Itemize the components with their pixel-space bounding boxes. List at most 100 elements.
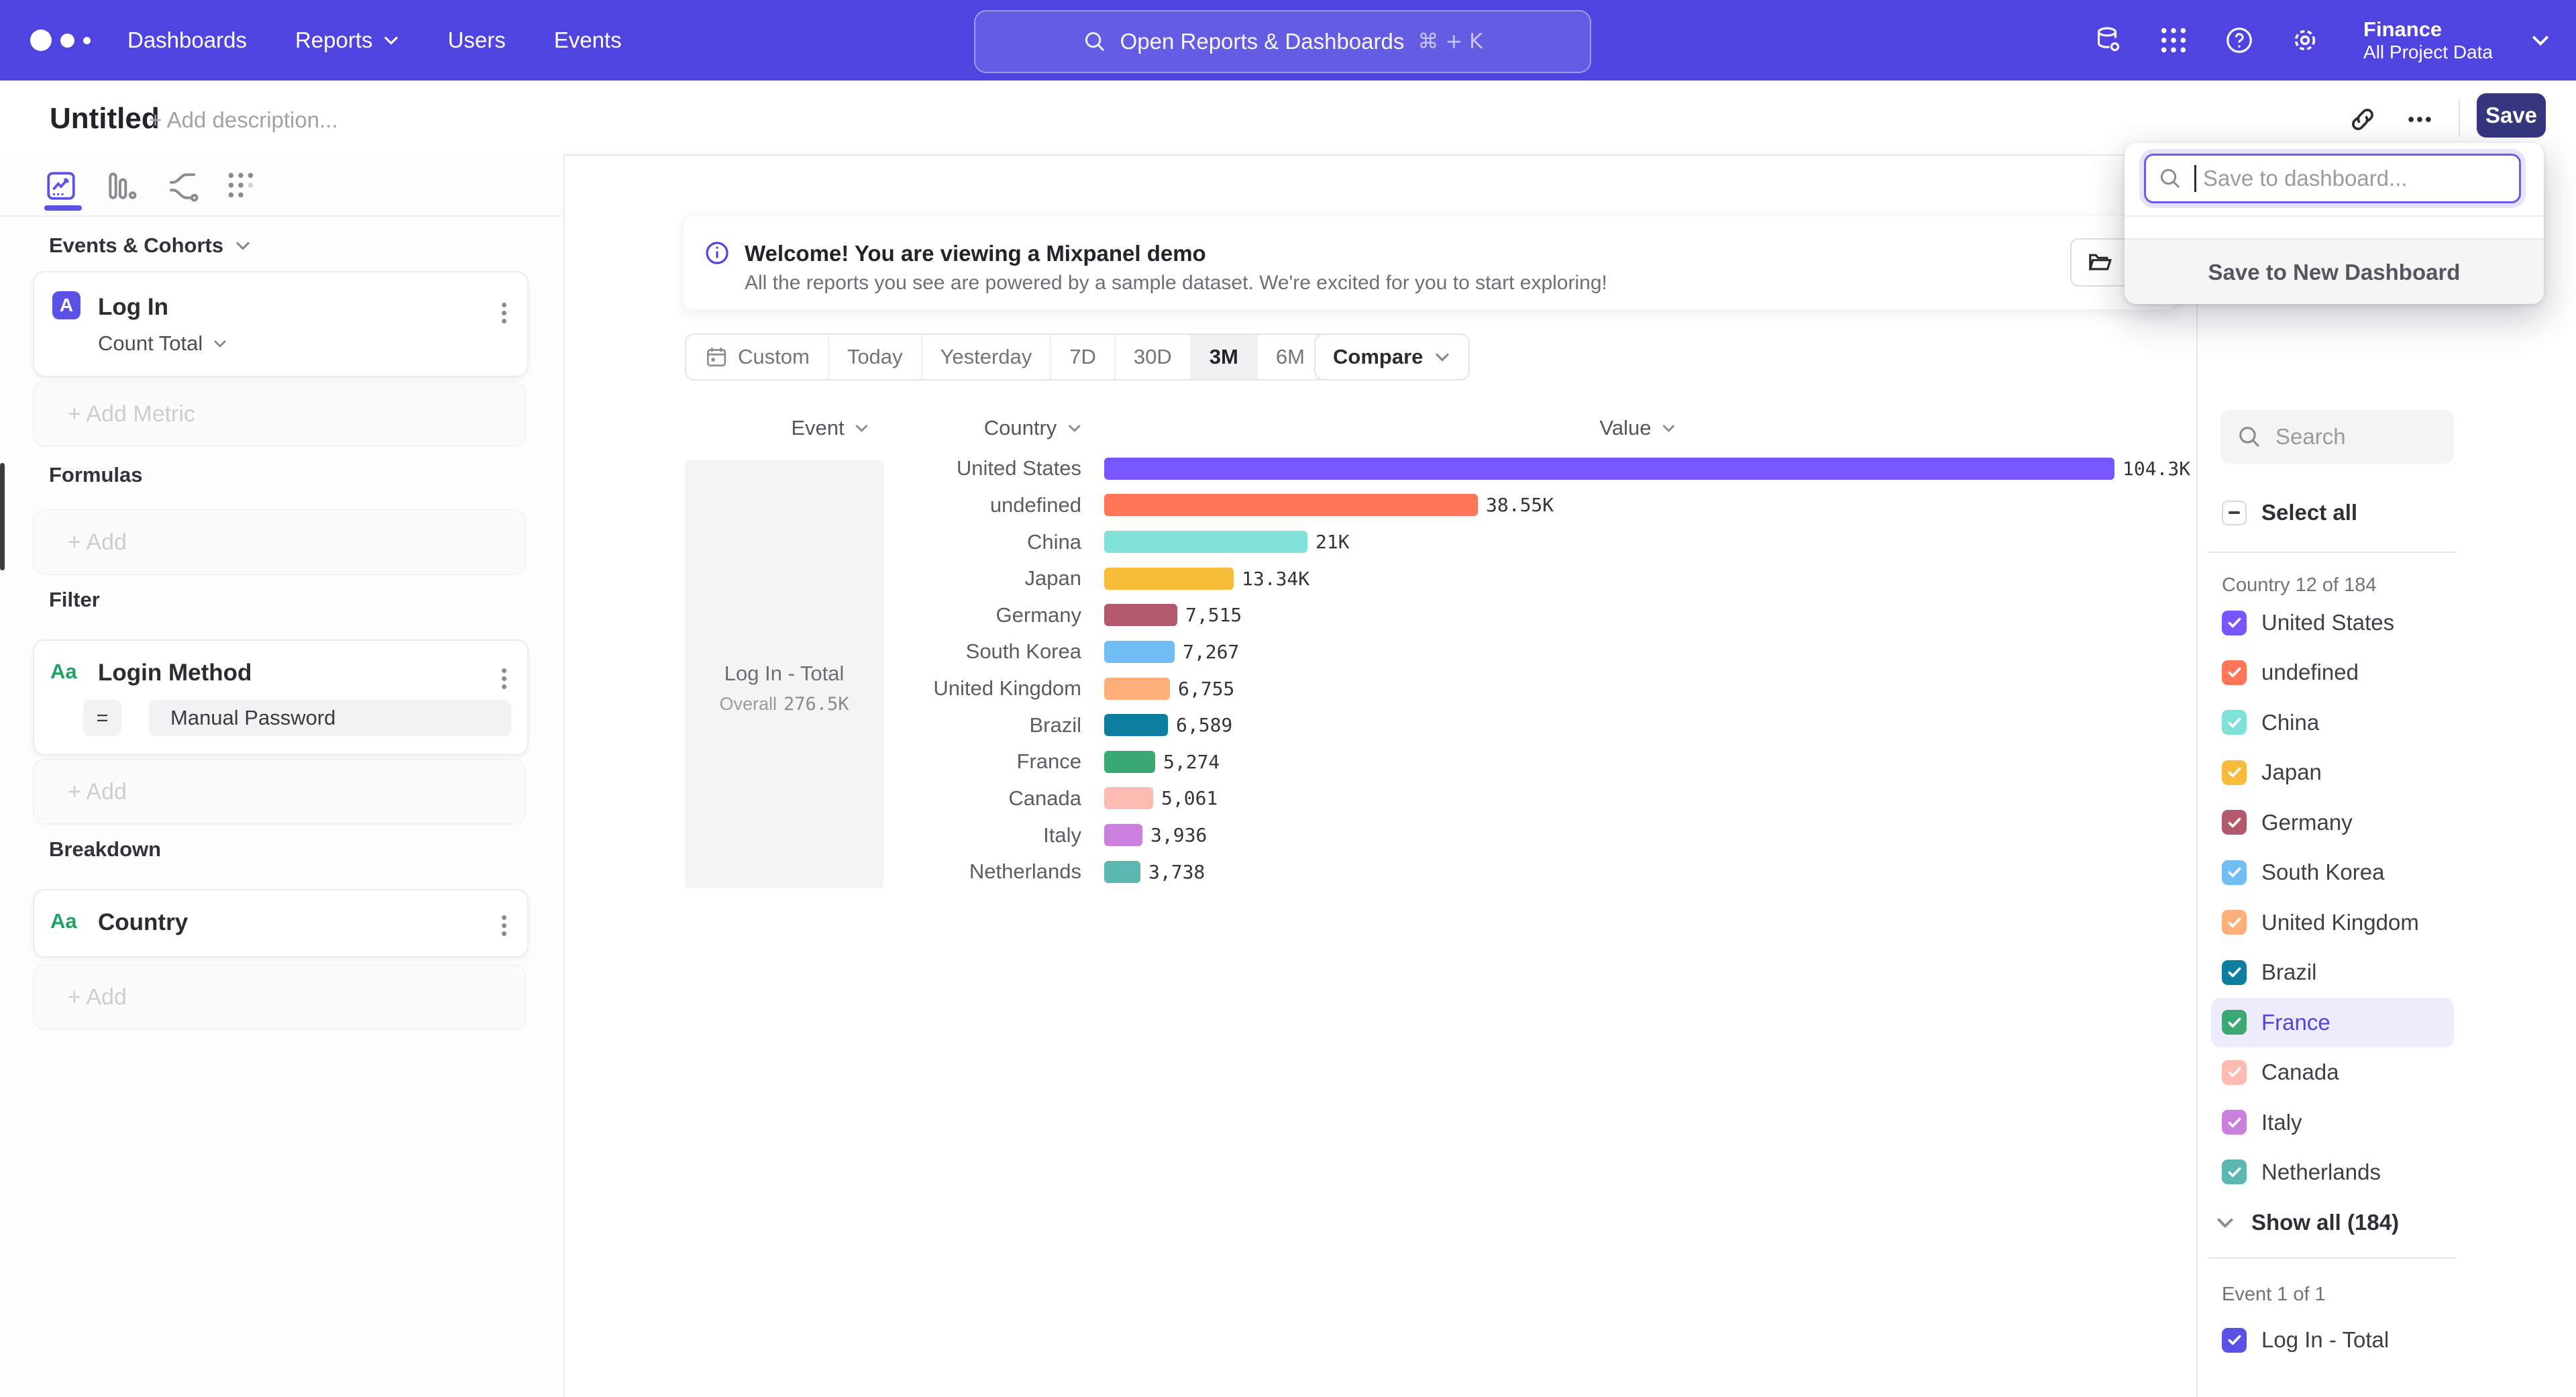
select-all-checkbox[interactable] [2222, 501, 2247, 525]
legend-item-germany[interactable]: Germany [2211, 798, 2454, 847]
help-icon[interactable] [2224, 25, 2255, 56]
breakdown-menu-icon[interactable] [502, 912, 508, 939]
legend-checkbox[interactable] [2222, 1010, 2247, 1035]
filter-card-login-method[interactable]: Aa Login Method = Manual Password [33, 639, 529, 756]
project-switcher[interactable]: Finance All Project Data [2363, 17, 2493, 63]
legend-item-united-states[interactable]: United States [2211, 598, 2454, 648]
legend-checkbox[interactable] [2222, 1060, 2247, 1085]
breakdown-property-name[interactable]: Country [98, 909, 188, 936]
filter-value[interactable]: Manual Password [149, 700, 511, 736]
legend-search-input[interactable]: Search [2220, 410, 2454, 464]
save-to-new-dashboard-button[interactable]: Save to New Dashboard [2125, 238, 2544, 304]
save-dashboard-search-field[interactable] [2144, 154, 2521, 203]
nav-link-reports[interactable]: Reports [295, 28, 400, 53]
legend-checkbox[interactable] [2222, 1328, 2247, 1353]
legend-checkbox[interactable] [2222, 611, 2247, 635]
column-header-country[interactable]: Country [984, 416, 1083, 440]
filter-property-name[interactable]: Login Method [98, 660, 252, 686]
metric-event-name[interactable]: Log In [98, 294, 168, 321]
legend-item-japan[interactable]: Japan [2211, 747, 2454, 797]
mixpanel-logo-icon[interactable] [30, 30, 111, 51]
metric-card-log-in[interactable]: A Log In Count Total [33, 271, 529, 377]
filter-operator[interactable]: = [83, 700, 121, 736]
range-tab-custom[interactable]: Custom [686, 335, 829, 379]
nav-link-users[interactable]: Users [448, 28, 506, 53]
add-formula-button[interactable]: + Add [33, 509, 526, 575]
legend-item-united-kingdom[interactable]: United Kingdom [2211, 898, 2454, 947]
legend-checkbox[interactable] [2222, 810, 2247, 835]
tab-flows-icon[interactable] [166, 169, 199, 203]
sidebar-scrollbar[interactable] [0, 463, 5, 570]
bar-segment[interactable] [1104, 714, 1168, 736]
metric-aggregation[interactable]: Count Total [98, 331, 228, 356]
legend-label: Italy [2261, 1110, 2302, 1135]
legend-item-canada[interactable]: Canada [2211, 1047, 2454, 1097]
column-header-event[interactable]: Event [791, 416, 869, 440]
check-icon [2226, 814, 2243, 831]
compare-button[interactable]: Compare [1314, 333, 1470, 380]
add-description-placeholder[interactable]: + Add description... [149, 107, 338, 133]
global-search-button[interactable]: Open Reports & Dashboards ⌘ + K [974, 10, 1591, 73]
range-tab-7d[interactable]: 7D [1051, 335, 1116, 379]
legend-item-france[interactable]: France [2211, 998, 2454, 1047]
range-tab-30d[interactable]: 30D [1116, 335, 1191, 379]
filter-menu-icon[interactable] [502, 665, 508, 692]
bar-segment[interactable] [1104, 824, 1142, 846]
save-button[interactable]: Save [2477, 93, 2546, 138]
range-tab-yesterday[interactable]: Yesterday [922, 335, 1052, 379]
legend-checkbox[interactable] [2222, 660, 2247, 685]
legend-checkbox[interactable] [2222, 1110, 2247, 1135]
bar-segment[interactable] [1104, 494, 1478, 516]
report-title[interactable]: Untitled [50, 102, 160, 136]
bar-segment[interactable] [1104, 458, 2114, 480]
legend-item-brazil[interactable]: Brazil [2211, 947, 2454, 997]
nav-link-events[interactable]: Events [554, 28, 622, 53]
bar-segment[interactable] [1104, 678, 1170, 700]
select-all-row[interactable]: Select all [2211, 488, 2454, 537]
column-header-value[interactable]: Value [1600, 416, 1677, 440]
settings-gear-icon[interactable] [2290, 25, 2320, 56]
bar-segment[interactable] [1104, 861, 1140, 883]
bar-segment[interactable] [1104, 787, 1153, 809]
legend-item-south-korea[interactable]: South Korea [2211, 847, 2454, 897]
range-tab-3m[interactable]: 3M [1191, 335, 1258, 379]
legend-checkbox[interactable] [2222, 910, 2247, 935]
show-all-button[interactable]: Show all (184) [2215, 1198, 2457, 1247]
events-cohorts-header[interactable]: Events & Cohorts [49, 234, 252, 258]
legend-item-undefined[interactable]: undefined [2211, 648, 2454, 697]
save-dashboard-input[interactable] [2202, 165, 2500, 192]
breakdown-card-country[interactable]: Aa Country [33, 889, 529, 958]
search-icon [2237, 424, 2262, 450]
nav-link-dashboards[interactable]: Dashboards [127, 28, 247, 53]
more-options-icon[interactable] [2405, 105, 2434, 134]
legend-item-netherlands[interactable]: Netherlands [2211, 1147, 2454, 1197]
legend-checkbox[interactable] [2222, 1159, 2247, 1184]
copy-link-icon[interactable] [2348, 105, 2377, 134]
legend-item-log-in---total[interactable]: Log In - Total [2211, 1315, 2454, 1365]
tab-retention-icon[interactable] [225, 169, 258, 203]
legend-item-italy[interactable]: Italy [2211, 1098, 2454, 1147]
bar-segment[interactable] [1104, 641, 1175, 663]
bar-category-label: United Kingdom [885, 676, 1081, 701]
add-filter-button[interactable]: + Add [33, 759, 526, 825]
metric-menu-icon[interactable] [502, 299, 508, 327]
bar-segment[interactable] [1104, 604, 1177, 626]
tab-insights-icon[interactable] [44, 169, 78, 203]
range-tab-today[interactable]: Today [829, 335, 922, 379]
add-breakdown-button[interactable]: + Add [33, 964, 526, 1030]
apps-grid-icon[interactable] [2158, 25, 2189, 56]
tab-funnels-icon[interactable] [105, 169, 138, 203]
legend-checkbox[interactable] [2222, 760, 2247, 785]
legend-item-china[interactable]: China [2211, 698, 2454, 747]
property-type-badge: Aa [50, 909, 77, 933]
data-management-icon[interactable] [2092, 25, 2123, 56]
legend-checkbox[interactable] [2222, 960, 2247, 985]
bar-category-label: China [885, 530, 1081, 554]
legend-checkbox[interactable] [2222, 710, 2247, 735]
bar-value-label: 7,267 [1183, 641, 1239, 663]
add-metric-button[interactable]: + Add Metric [33, 381, 526, 447]
legend-checkbox[interactable] [2222, 860, 2247, 885]
bar-segment[interactable] [1104, 568, 1234, 590]
bar-segment[interactable] [1104, 751, 1155, 773]
bar-segment[interactable] [1104, 531, 1307, 553]
